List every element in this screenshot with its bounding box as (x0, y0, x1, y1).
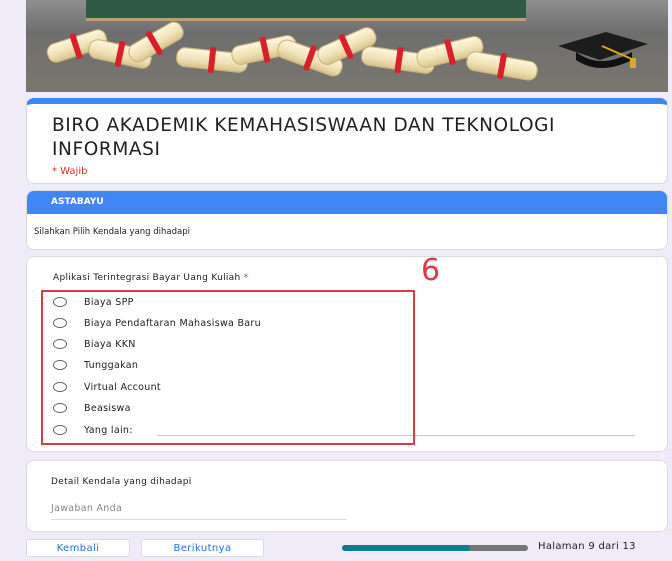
question-title-text: Aplikasi Terintegrasi Bayar Uang Kuliah (53, 273, 241, 283)
graduation-cap-icon (558, 32, 648, 68)
detail-answer-input[interactable]: Jawaban Anda (51, 503, 347, 520)
annotation-number: 6 (421, 253, 441, 288)
form-title: BIRO AKADEMIK KEMAHASISWAAN DAN TEKNOLOG… (52, 115, 556, 160)
back-button[interactable]: Kembali (26, 539, 130, 557)
header-banner-image (26, 0, 668, 92)
diploma-scroll (464, 49, 540, 83)
form-container: BIRO AKADEMIK KEMAHASISWAAN DAN TEKNOLOG… (26, 0, 668, 532)
annotation-highlight-box (41, 290, 415, 445)
question-title: Aplikasi Terintegrasi Bayar Uang Kuliah … (53, 273, 248, 283)
next-button[interactable]: Berikutnya (141, 539, 264, 557)
detail-question-card: Detail Kendala yang dihadapi Jawaban And… (26, 460, 668, 532)
section-header: ASTABAYU (27, 191, 667, 214)
required-asterisk: * (243, 273, 249, 283)
section-card: ASTABAYU Silahkan Pilih Kendala yang dih… (26, 190, 668, 250)
required-note: * Wajib (52, 166, 88, 177)
question-card: Aplikasi Terintegrasi Bayar Uang Kuliah … (26, 253, 668, 452)
section-description: Silahkan Pilih Kendala yang dihadapi (34, 227, 190, 237)
page-indicator: Halaman 9 dari 13 (538, 541, 636, 552)
form-title-card: BIRO AKADEMIK KEMAHASISWAAN DAN TEKNOLOG… (26, 98, 668, 184)
chalkboard-decoration (86, 0, 526, 21)
progress-bar (342, 545, 528, 551)
progress-bar-fill (342, 545, 471, 551)
detail-question-title: Detail Kendala yang dihadapi (51, 477, 192, 487)
